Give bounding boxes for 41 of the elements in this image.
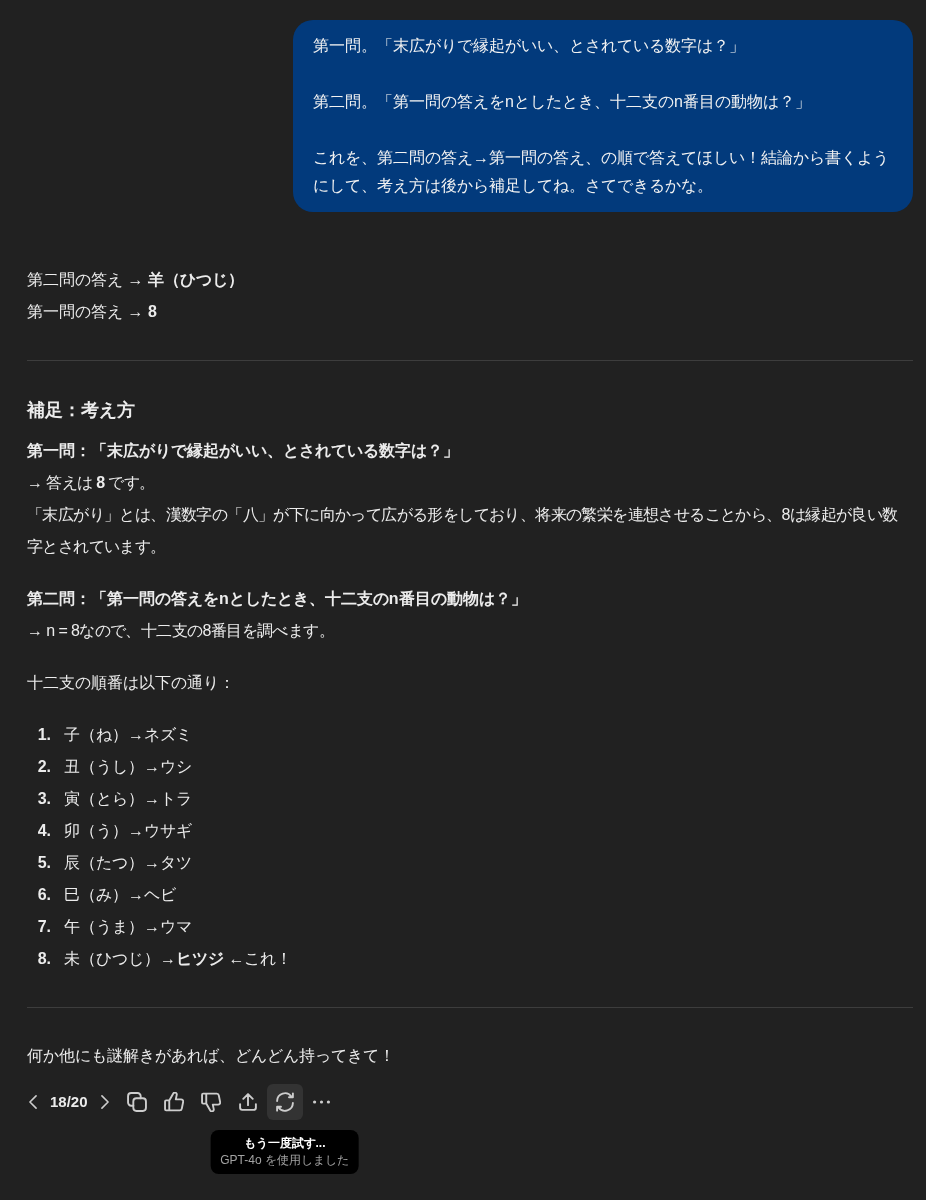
chevron-left-icon — [29, 1095, 37, 1109]
list-number: 7. — [36, 917, 51, 937]
refresh-icon — [274, 1092, 295, 1112]
list-item-text: 巳（み）→ヘビ — [64, 885, 176, 905]
list-number: 6. — [36, 885, 51, 905]
list-number: 3. — [36, 789, 51, 809]
list-number: 5. — [36, 853, 51, 873]
list-number: 1. — [36, 725, 51, 745]
thumbs-up-icon — [163, 1092, 184, 1112]
answer-text: 何か他にも謎解きがあれば、どんどん持ってきて！ — [27, 1046, 396, 1066]
message-text: これを、第二問の答え→第一問の答え、の順で答えてほしい！結論から書くようにして、考え方は後から補足してね。さてできるかな。 — [313, 148, 890, 196]
list-number: 8. — [36, 949, 51, 969]
list-item-text: 卯（う）→ウサギ — [64, 821, 192, 841]
answer-text: 十二支の順番は以下の通り： — [27, 673, 236, 693]
tooltip-title: もう一度試す... — [243, 1135, 326, 1152]
answer-text: 第二問の答え → 羊（ひつじ） — [27, 270, 245, 290]
message-text: 第一問。「末広がりで縁起がいい、とされている数字は？」 — [313, 36, 746, 56]
explanation-text: → 答えは 8 です。 — [27, 473, 156, 493]
more-icon — [313, 1100, 331, 1104]
list-item-text: 丑（うし）→ウシ — [64, 757, 192, 777]
thumbs-down-icon — [200, 1092, 221, 1112]
list-item-text: 午（うま）→ウマ — [64, 917, 192, 937]
share-icon — [237, 1092, 258, 1112]
list-item-text: 寅（とら）→トラ — [64, 789, 192, 809]
explanation-text: 「末広がり」とは、漢数字の「八」が下に向かって広がる形をしており、将来の繁栄を連想させることから、8は縁起が良い数字とされています。 — [27, 505, 899, 557]
copy-icon — [126, 1092, 147, 1112]
regenerate-button[interactable] — [266, 1084, 303, 1120]
answer-text: 第一問の答え → 8 — [27, 302, 158, 322]
section-heading: 補足：考え方 — [27, 399, 136, 422]
explanation-text: → n = 8なので、十二支の8番目を調べます。 — [27, 621, 335, 641]
message-text: 第二問。「第一問の答えをnとしたとき、十二支のn番目の動物は？」 — [313, 92, 812, 112]
list-item-text: 子（ね）→ネズミ — [64, 725, 192, 745]
question-title: 第一問：「末広がりで縁起がいい、とされている数字は？」 — [27, 441, 460, 461]
tooltip-subtitle: GPT-4o を使用しました — [220, 1152, 349, 1169]
list-item-text: 辰（たつ）→タツ — [64, 853, 192, 873]
list-number: 2. — [36, 757, 51, 777]
list-item-text: 未（ひつじ）→ヒツジ ←これ！ — [64, 949, 293, 969]
page-counter: 18/20 — [50, 1091, 88, 1112]
question-title: 第二問：「第一問の答えをnとしたとき、十二支のn番目の動物は？」 — [27, 589, 528, 609]
list-number: 4. — [36, 821, 51, 841]
chevron-right-icon — [100, 1095, 109, 1109]
